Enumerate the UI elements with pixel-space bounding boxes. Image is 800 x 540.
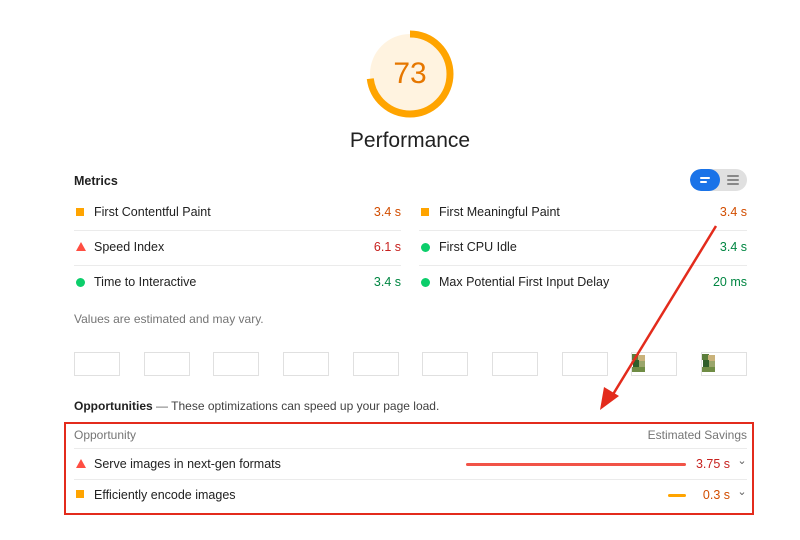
annotation-arrow — [600, 225, 718, 410]
